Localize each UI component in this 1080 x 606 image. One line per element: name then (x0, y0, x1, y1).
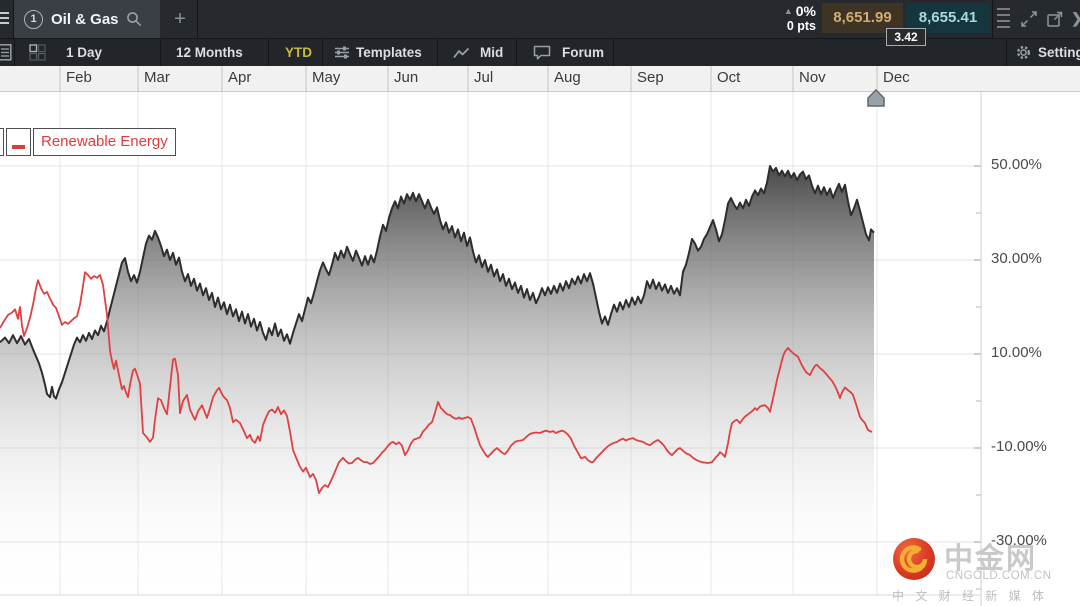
drag-handle-icon[interactable] (997, 8, 1010, 28)
divider (322, 39, 323, 66)
divider (14, 39, 15, 66)
cngold-logo-icon (893, 538, 935, 580)
current-date-marker[interactable] (867, 88, 885, 107)
add-tab-button[interactable]: + (164, 0, 196, 38)
chart-legend: Renewable Energy (0, 128, 176, 156)
chart-panel[interactable]: Feb Mar Apr May Jun Jul Aug Sep Oct Nov Dec 50.00%… (0, 66, 1080, 606)
sliders-icon (335, 46, 349, 59)
line-chart-icon (453, 47, 470, 59)
divider (268, 39, 269, 66)
symbol-tab[interactable]: 1 Oil & Gas (14, 0, 160, 38)
tab-title: Oil & Gas (51, 10, 119, 28)
divider (992, 0, 993, 38)
templates-button[interactable]: Templates (356, 39, 422, 66)
range-selector[interactable]: 12 Months (176, 39, 243, 66)
spread-badge: 3.42 (886, 28, 926, 46)
watermark-domain: CNGOLD.COM.CN (946, 570, 1052, 582)
gear-icon (1016, 45, 1031, 60)
divider (613, 39, 614, 66)
watermark-tagline: 中 文 财 经 新 媒 体 (892, 589, 1049, 603)
mid-price-toggle[interactable]: Mid (480, 39, 503, 66)
oil-gas-area (0, 166, 874, 606)
legend-swatch-renewable[interactable] (6, 128, 31, 156)
divider (516, 39, 517, 66)
interval-selector[interactable]: 1 Day (66, 39, 102, 66)
change-points: 0 pts (786, 19, 816, 33)
cngold-watermark: 中金网 CNGOLD.COM.CN 中 文 财 经 新 媒 体 (890, 533, 1080, 605)
watchlist-icon[interactable] (0, 44, 12, 61)
expand-icon[interactable] (1020, 10, 1038, 28)
settings-button[interactable]: Settings (1038, 39, 1080, 66)
forum-bubble-icon (533, 45, 551, 60)
popout-icon[interactable] (1046, 10, 1064, 28)
legend-box-clipped (0, 128, 4, 156)
trading-app-window: 1 Oil & Gas + ▲ 0% 0 pts 8,651.99 8,655.4… (0, 0, 1080, 606)
divider (197, 0, 198, 38)
change-percent: 0% (795, 3, 816, 19)
change-block: ▲ 0% 0 pts (752, 3, 816, 34)
divider (437, 39, 438, 66)
collapse-chevron-icon[interactable]: ❯ (1071, 10, 1080, 27)
menu-icon[interactable] (0, 12, 9, 24)
divider (1006, 39, 1007, 66)
search-icon[interactable] (126, 11, 142, 27)
layout-grid-icon[interactable] (29, 44, 46, 61)
title-bar: 1 Oil & Gas + ▲ 0% 0 pts 8,651.99 8,655.4… (0, 0, 1080, 46)
legend-label-renewable[interactable]: Renewable Energy (33, 128, 176, 156)
up-triangle-icon: ▲ (783, 6, 793, 16)
forum-button[interactable]: Forum (562, 39, 604, 66)
ytd-button[interactable]: YTD (285, 39, 312, 66)
tab-number-badge: 1 (24, 9, 43, 29)
divider (160, 39, 161, 66)
red-dash-icon (12, 145, 25, 149)
